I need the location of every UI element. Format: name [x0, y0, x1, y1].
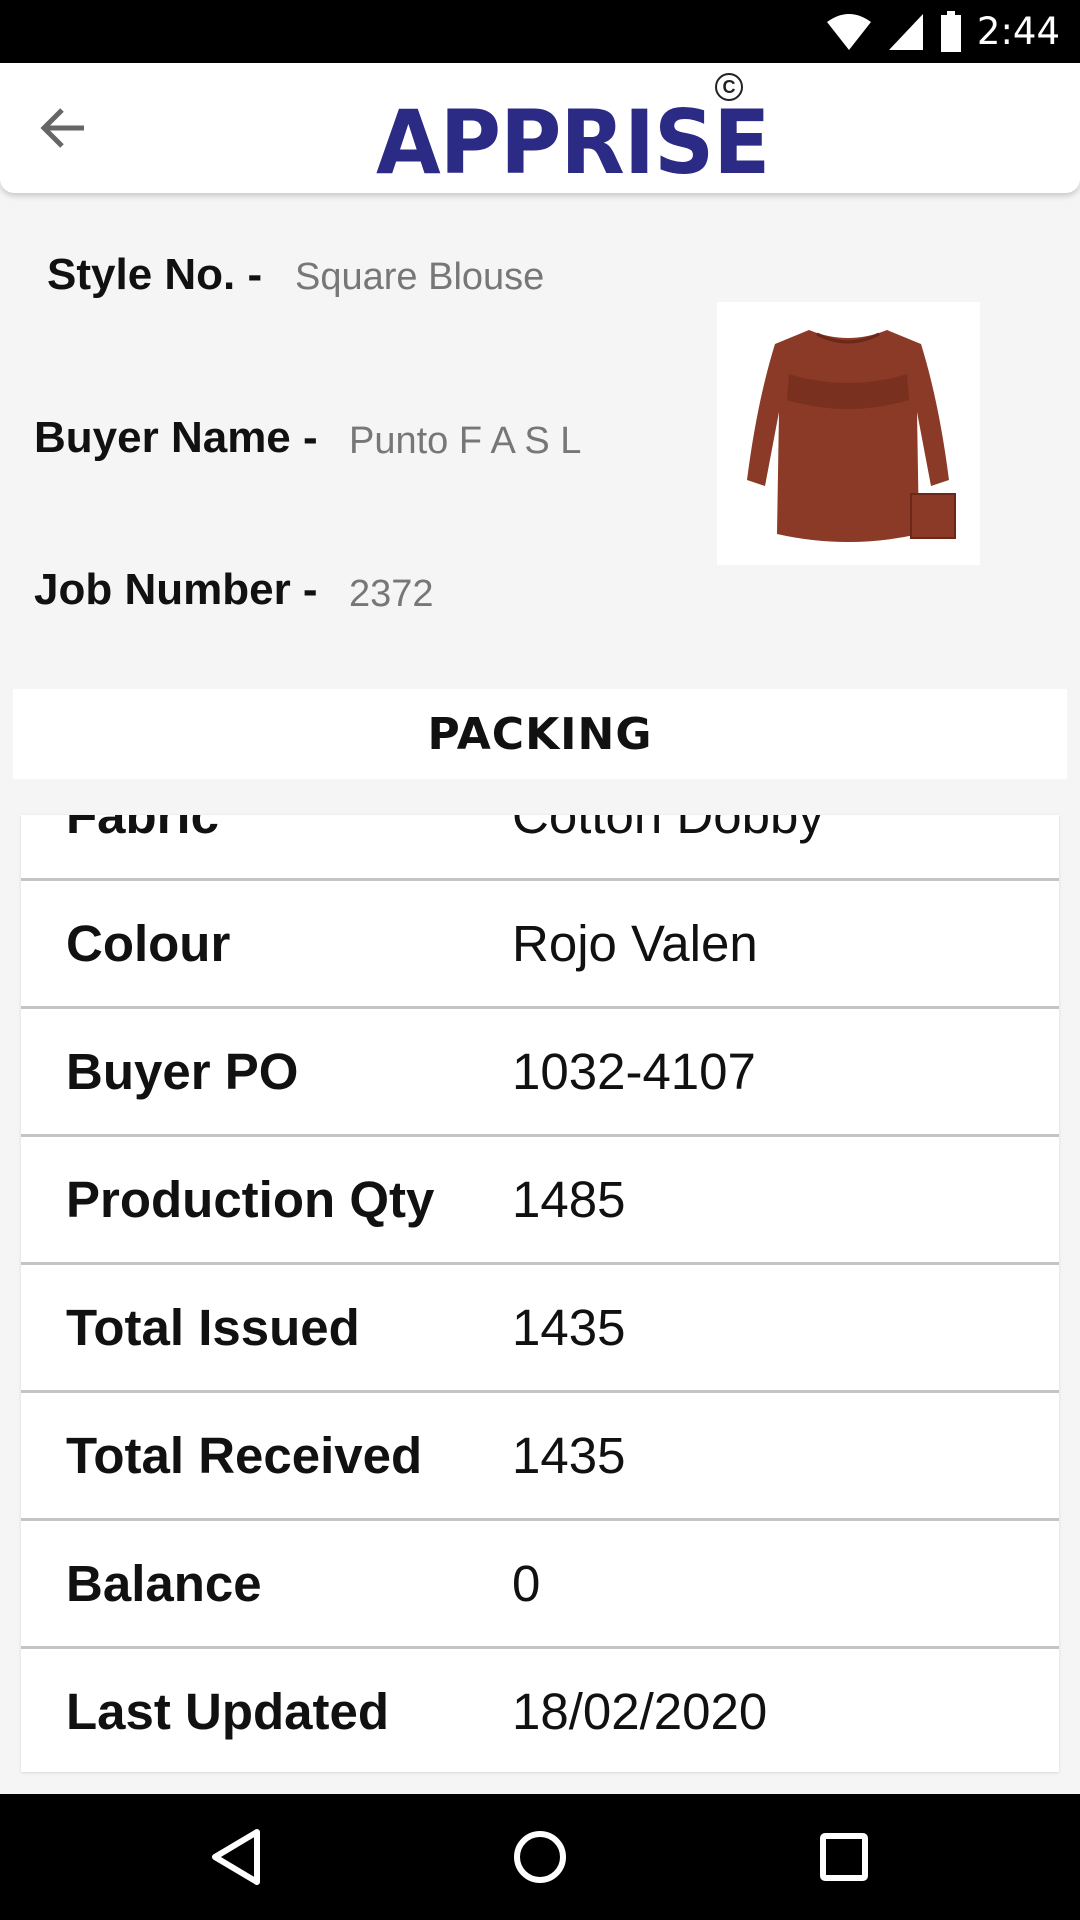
- style-no-value: Square Blouse: [295, 256, 545, 298]
- row-value: 1435: [512, 1299, 626, 1356]
- table-row: Colour Rojo Valen: [21, 881, 1059, 1009]
- table-row: Balance 0: [21, 1521, 1059, 1649]
- buyer-name-value: Punto F A S L: [349, 420, 582, 462]
- row-label: Balance: [66, 1555, 262, 1612]
- row-label: Buyer PO: [66, 1043, 299, 1100]
- product-image: [717, 302, 980, 565]
- row-value: 18/02/2020: [512, 1683, 768, 1740]
- table-row: Total Issued 1435: [21, 1265, 1059, 1393]
- arrow-back-icon: [40, 108, 84, 148]
- job-number-label: Job Number -: [34, 565, 318, 614]
- square-recents-icon: [820, 1833, 868, 1881]
- row-value: 0: [512, 1555, 541, 1612]
- table-row: Total Received 1435: [21, 1393, 1059, 1521]
- row-label: Colour: [66, 915, 231, 972]
- row-label: Production Qty: [66, 1171, 435, 1228]
- row-value: Rojo Valen: [512, 915, 758, 972]
- row-value: 1435: [512, 1427, 626, 1484]
- nav-back-button[interactable]: [201, 1822, 271, 1892]
- row-label: Fabric: [66, 815, 220, 844]
- table-row: Fabric Cotton Dobby: [21, 815, 1059, 881]
- row-label: Total Received: [66, 1427, 423, 1484]
- row-value: 1032-4107: [512, 1043, 756, 1100]
- logo-text: APPRISE: [376, 91, 770, 194]
- table-row: Last Updated 18/02/2020: [21, 1649, 1059, 1772]
- status-bar: 2:44: [0, 0, 1080, 63]
- circle-home-icon: [514, 1831, 566, 1883]
- navigation-bar: [0, 1794, 1080, 1920]
- table-row: Production Qty 1485: [21, 1137, 1059, 1265]
- battery-icon: [940, 10, 961, 52]
- triangle-back-icon: [212, 1829, 260, 1885]
- row-label: Total Issued: [66, 1299, 360, 1356]
- buyer-name-label: Buyer Name -: [34, 413, 318, 462]
- app-bar: APPRISE C: [0, 63, 1080, 193]
- back-button[interactable]: [38, 101, 108, 155]
- app-logo: APPRISE: [376, 93, 790, 193]
- style-no-label: Style No. -: [47, 250, 263, 299]
- wifi-icon: [826, 13, 871, 50]
- row-value: 1485: [512, 1171, 626, 1228]
- signal-icon: [888, 13, 923, 50]
- nav-recents-button[interactable]: [809, 1822, 879, 1892]
- nav-home-button[interactable]: [505, 1822, 575, 1892]
- job-number-value: 2372: [349, 573, 434, 615]
- section-title: PACKING: [13, 689, 1067, 779]
- row-label: Last Updated: [66, 1683, 390, 1740]
- row-value: Cotton Dobby: [512, 815, 824, 844]
- copyright-icon: C: [715, 73, 743, 101]
- status-time: 2:44: [976, 10, 1060, 53]
- details-table[interactable]: Fabric Cotton Dobby Colour Rojo Valen Bu…: [21, 815, 1059, 1772]
- table-row: Buyer PO 1032-4107: [21, 1009, 1059, 1137]
